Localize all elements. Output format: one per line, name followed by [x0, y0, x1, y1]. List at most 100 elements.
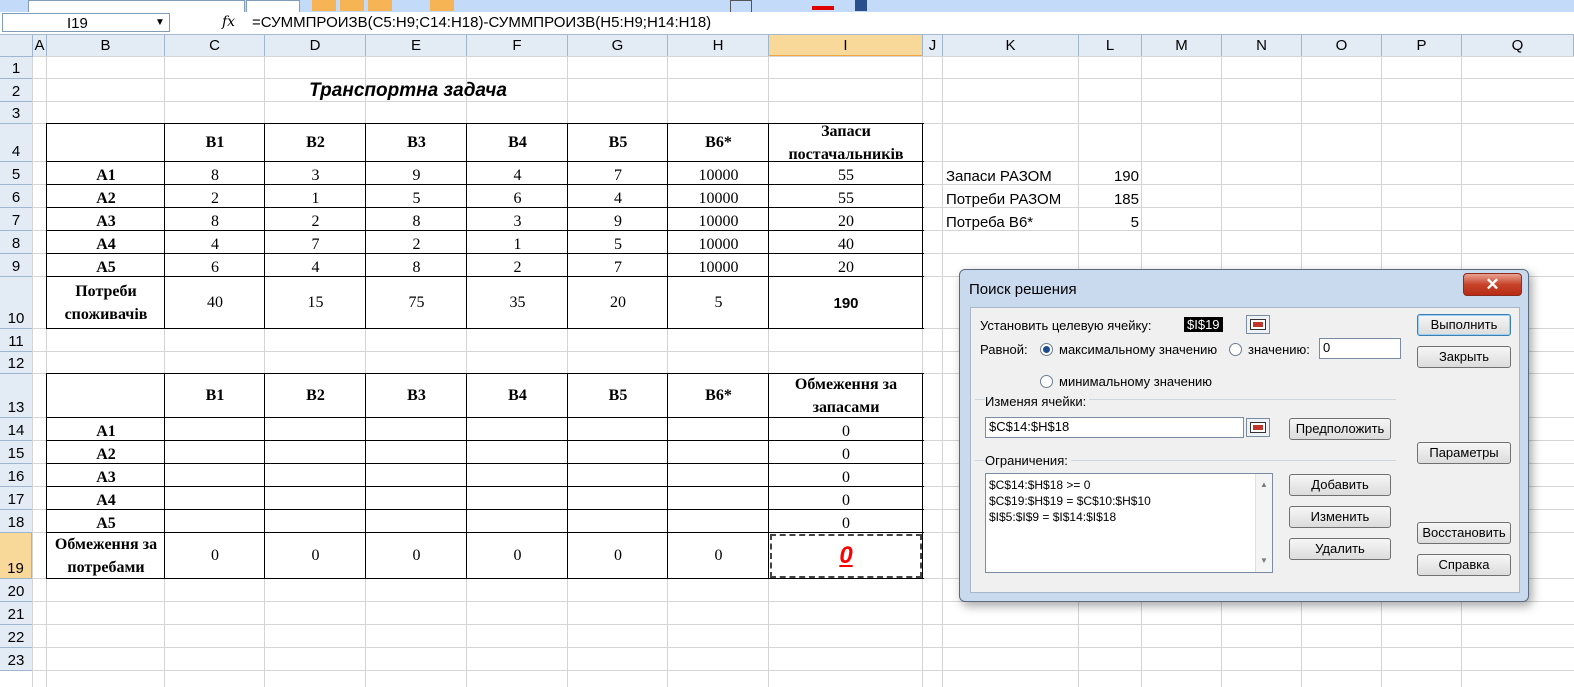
supplier-label[interactable]: A1 [47, 162, 165, 185]
cost-cell[interactable]: 1 [467, 231, 568, 254]
row-header-20[interactable]: 20 [0, 579, 33, 602]
font-color-icon[interactable] [812, 6, 834, 10]
column-header-d[interactable]: D [265, 35, 366, 57]
cost-cell[interactable]: 5 [568, 231, 668, 254]
value-input[interactable]: 0 [1319, 338, 1401, 359]
cost-cell[interactable]: 5 [366, 185, 467, 208]
supplier-label[interactable]: A2 [47, 441, 165, 464]
column-header-l[interactable]: L [1079, 35, 1142, 57]
column-header-p[interactable]: P [1382, 35, 1462, 57]
underline-icon[interactable] [368, 0, 392, 11]
row-header-13[interactable]: 13 [0, 374, 33, 418]
objective-cell[interactable]: 0 [769, 533, 923, 579]
toolbar-options-icon[interactable] [855, 0, 867, 11]
guess-button[interactable]: Предположить [1289, 418, 1391, 440]
cost-cell[interactable]: 10000 [668, 162, 769, 185]
formula-input[interactable]: =СУММПРОИЗВ(C5:H9;C14:H18)-СУММПРОИЗВ(H5… [252, 13, 711, 32]
collapse-dialog-icon[interactable] [1246, 315, 1270, 334]
column-header-q[interactable]: Q [1462, 35, 1574, 57]
solve-button[interactable]: Выполнить [1417, 314, 1511, 336]
row-limit-cell[interactable]: 0 [769, 464, 923, 487]
row-header-6[interactable]: 6 [0, 185, 33, 208]
decision-cell[interactable] [165, 441, 265, 464]
column-header-m[interactable]: M [1142, 35, 1222, 57]
supply-cell[interactable]: 20 [769, 208, 923, 231]
decision-cell[interactable] [668, 464, 769, 487]
decision-cell[interactable] [366, 510, 467, 533]
radio-value[interactable] [1229, 343, 1242, 356]
summary-value[interactable]: 185 [1079, 185, 1142, 208]
column-header-i[interactable]: I [769, 35, 923, 57]
supply-cell[interactable]: 20 [769, 254, 923, 277]
header-b2[interactable]: B2 [265, 374, 366, 418]
radio-min[interactable] [1040, 375, 1053, 388]
italic-icon[interactable] [340, 0, 364, 11]
row-header-2[interactable]: 2 [0, 79, 33, 102]
cost-cell[interactable]: 1 [265, 185, 366, 208]
cost-cell[interactable]: 2 [165, 185, 265, 208]
header-b3[interactable]: B3 [366, 374, 467, 418]
col-limit-cell[interactable]: 0 [568, 533, 668, 579]
row-limit-cell[interactable]: 0 [769, 441, 923, 464]
sheet-title[interactable]: Транспортна задача [47, 79, 769, 102]
cost-cell[interactable]: 6 [165, 254, 265, 277]
close-button[interactable]: Закрыть [1417, 346, 1511, 368]
column-header-e[interactable]: E [366, 35, 467, 57]
align-center-icon[interactable] [430, 0, 454, 11]
row-header-10[interactable]: 10 [0, 277, 33, 329]
header-b5[interactable]: B5 [568, 124, 668, 162]
cost-cell[interactable]: 6 [467, 185, 568, 208]
scroll-down-icon[interactable]: ▼ [1260, 553, 1268, 569]
demand-cell[interactable]: 35 [467, 277, 568, 329]
cost-cell[interactable]: 10000 [668, 231, 769, 254]
decision-cell[interactable] [568, 464, 668, 487]
cost-cell[interactable]: 7 [568, 162, 668, 185]
demand-cell[interactable]: 5 [668, 277, 769, 329]
decision-cell[interactable] [165, 510, 265, 533]
fx-icon[interactable]: fx [222, 14, 235, 30]
decision-cell[interactable] [568, 441, 668, 464]
row-limit-cell[interactable]: 0 [769, 510, 923, 533]
decision-cell[interactable] [265, 510, 366, 533]
row-header-16[interactable]: 16 [0, 464, 33, 487]
limit-header[interactable]: Обмеження за запасами [769, 374, 923, 418]
close-icon[interactable]: ✕ [1463, 273, 1522, 296]
decision-cell[interactable] [668, 487, 769, 510]
supplier-label[interactable]: A5 [47, 254, 165, 277]
row-header-18[interactable]: 18 [0, 510, 33, 533]
supply-cell[interactable]: 55 [769, 185, 923, 208]
decision-cell[interactable] [568, 510, 668, 533]
decision-cell[interactable] [265, 464, 366, 487]
column-header-b[interactable]: B [47, 35, 165, 57]
radio-max[interactable] [1040, 343, 1053, 356]
decision-cell[interactable] [467, 487, 568, 510]
help-button[interactable]: Справка [1417, 554, 1511, 576]
summary-label[interactable]: Потреба B6* [943, 208, 1079, 231]
supplier-label[interactable]: A1 [47, 418, 165, 441]
cost-cell[interactable]: 10000 [668, 254, 769, 277]
constraint-item[interactable]: $C$14:$H$18 >= 0 [989, 477, 1272, 493]
column-header-j[interactable]: J [923, 35, 943, 57]
header-b6-star[interactable]: B6* [668, 374, 769, 418]
col-limit-cell[interactable]: 0 [366, 533, 467, 579]
collapse-dialog-icon[interactable] [1246, 418, 1270, 437]
cost-cell[interactable]: 10000 [668, 208, 769, 231]
col-limit-cell[interactable]: 0 [165, 533, 265, 579]
decision-cell[interactable] [366, 441, 467, 464]
decision-cell[interactable] [467, 441, 568, 464]
cost-cell[interactable]: 2 [366, 231, 467, 254]
summary-value[interactable]: 5 [1079, 208, 1142, 231]
cost-cell[interactable]: 4 [568, 185, 668, 208]
demand-label[interactable]: Потреби споживачів [47, 277, 165, 329]
row-header-8[interactable]: 8 [0, 231, 33, 254]
row-header-4[interactable]: 4 [0, 124, 33, 162]
decision-cell[interactable] [366, 464, 467, 487]
row-header-3[interactable]: 3 [0, 102, 33, 124]
row-header-5[interactable]: 5 [0, 162, 33, 185]
options-button[interactable]: Параметры [1417, 442, 1511, 464]
cost-cell[interactable]: 7 [265, 231, 366, 254]
column-header-a[interactable]: A [33, 35, 47, 57]
cost-cell[interactable]: 10000 [668, 185, 769, 208]
row-header-22[interactable]: 22 [0, 625, 33, 648]
header-b6-star[interactable]: B6* [668, 124, 769, 162]
